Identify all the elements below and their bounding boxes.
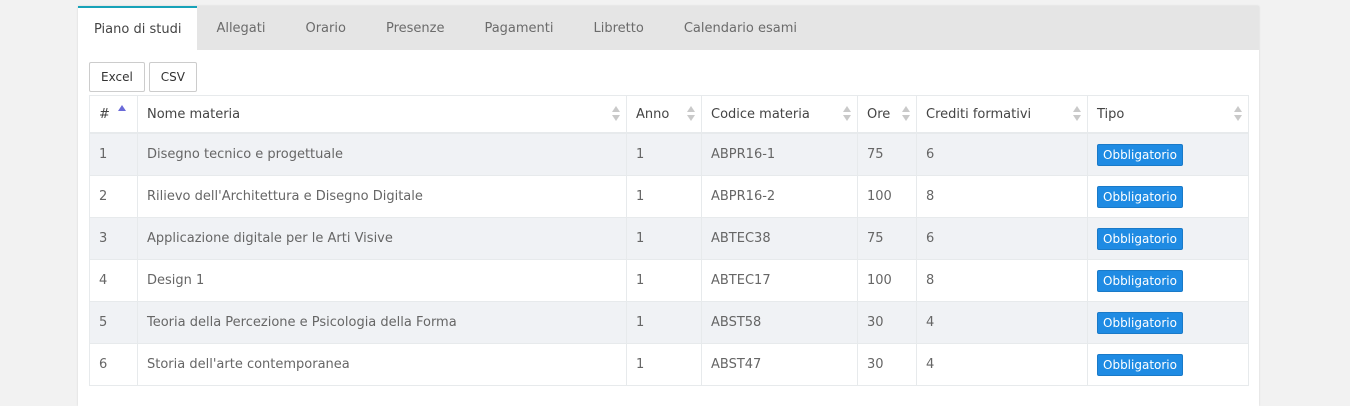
cell-nome-materia: Teoria della Percezione e Psicologia del… — [137, 301, 627, 344]
column-header-label: Codice materia — [711, 106, 810, 122]
column-header-number[interactable]: # — [89, 95, 138, 134]
courses-table-wrapper: # Nome materia Anno Codice materia Ore C… — [89, 95, 1249, 386]
cell-codice: ABTEC38 — [701, 217, 858, 260]
cell-crediti: 4 — [916, 301, 1088, 344]
column-header-label: # — [99, 106, 110, 122]
cell-number: 6 — [89, 343, 138, 386]
cell-number: 3 — [89, 217, 138, 260]
type-badge: Obbligatorio — [1097, 353, 1183, 376]
cell-anno: 1 — [626, 259, 702, 302]
export-toolbar: Excel CSV — [89, 62, 198, 92]
cell-ore: 30 — [857, 301, 917, 344]
column-header-ore[interactable]: Ore — [857, 95, 917, 134]
cell-tipo: Obbligatorio — [1087, 301, 1249, 344]
sort-ascending-icon — [118, 105, 126, 121]
column-header-codice-materia[interactable]: Codice materia — [701, 95, 858, 134]
cell-tipo: Obbligatorio — [1087, 259, 1249, 302]
sort-icon — [612, 106, 620, 122]
cell-number: 1 — [89, 132, 138, 176]
column-header-label: Nome materia — [147, 106, 241, 122]
cell-number: 5 — [89, 301, 138, 344]
column-header-label: Crediti formativi — [926, 106, 1032, 122]
csv-export-button[interactable]: CSV — [148, 62, 198, 92]
cell-codice: ABST47 — [701, 343, 858, 386]
cell-nome-materia: Storia dell'arte contemporanea — [137, 343, 627, 386]
type-badge: Obbligatorio — [1097, 311, 1183, 334]
cell-codice: ABPR16-1 — [701, 132, 858, 176]
tab-calendario-esami[interactable]: Calendario esami — [663, 6, 818, 50]
excel-export-button[interactable]: Excel — [89, 62, 145, 92]
table-row: 6 Storia dell'arte contemporanea 1 ABST4… — [89, 343, 1249, 386]
table-row: 2 Rilievo dell'Architettura e Disegno Di… — [89, 175, 1249, 218]
courses-table: # Nome materia Anno Codice materia Ore C… — [89, 95, 1249, 386]
tab-bar: Piano di studi Allegati Orario Presenze … — [78, 6, 1259, 50]
tab-piano-di-studi[interactable]: Piano di studi — [78, 6, 198, 50]
sort-icon — [687, 106, 695, 122]
cell-ore: 75 — [857, 132, 917, 176]
study-plan-panel: Piano di studi Allegati Orario Presenze … — [78, 6, 1259, 406]
column-header-label: Ore — [867, 106, 891, 122]
tab-presenze[interactable]: Presenze — [365, 6, 466, 50]
sort-icon — [843, 106, 851, 122]
cell-nome-materia: Design 1 — [137, 259, 627, 302]
cell-tipo: Obbligatorio — [1087, 217, 1249, 260]
type-badge: Obbligatorio — [1097, 185, 1183, 208]
column-header-tipo[interactable]: Tipo — [1087, 95, 1249, 134]
cell-anno: 1 — [626, 217, 702, 260]
table-row: 4 Design 1 1 ABTEC17 100 8 Obbligatorio — [89, 259, 1249, 302]
column-header-crediti-formativi[interactable]: Crediti formativi — [916, 95, 1088, 134]
cell-tipo: Obbligatorio — [1087, 175, 1249, 218]
cell-crediti: 6 — [916, 217, 1088, 260]
cell-nome-materia: Disegno tecnico e progettuale — [137, 132, 627, 176]
tab-orario[interactable]: Orario — [284, 6, 366, 50]
cell-anno: 1 — [626, 343, 702, 386]
cell-tipo: Obbligatorio — [1087, 343, 1249, 386]
cell-crediti: 8 — [916, 175, 1088, 218]
column-header-anno[interactable]: Anno — [626, 95, 702, 134]
column-header-nome-materia[interactable]: Nome materia — [137, 95, 627, 134]
cell-ore: 75 — [857, 217, 917, 260]
sort-icon — [1234, 106, 1242, 122]
cell-number: 4 — [89, 259, 138, 302]
tab-pagamenti[interactable]: Pagamenti — [463, 6, 574, 50]
cell-ore: 30 — [857, 343, 917, 386]
cell-anno: 1 — [626, 175, 702, 218]
table-row: 1 Disegno tecnico e progettuale 1 ABPR16… — [89, 132, 1249, 176]
cell-ore: 100 — [857, 175, 917, 218]
type-badge: Obbligatorio — [1097, 227, 1183, 250]
cell-crediti: 8 — [916, 259, 1088, 302]
type-badge: Obbligatorio — [1097, 143, 1183, 166]
cell-anno: 1 — [626, 132, 702, 176]
cell-codice: ABPR16-2 — [701, 175, 858, 218]
cell-crediti: 6 — [916, 132, 1088, 176]
type-badge: Obbligatorio — [1097, 269, 1183, 292]
sort-icon — [902, 106, 910, 122]
cell-anno: 1 — [626, 301, 702, 344]
cell-tipo: Obbligatorio — [1087, 132, 1249, 176]
cell-nome-materia: Applicazione digitale per le Arti Visive — [137, 217, 627, 260]
cell-crediti: 4 — [916, 343, 1088, 386]
table-row: 3 Applicazione digitale per le Arti Visi… — [89, 217, 1249, 260]
table-row: 5 Teoria della Percezione e Psicologia d… — [89, 301, 1249, 344]
cell-ore: 100 — [857, 259, 917, 302]
tab-allegati[interactable]: Allegati — [195, 6, 286, 50]
cell-nome-materia: Rilievo dell'Architettura e Disegno Digi… — [137, 175, 627, 218]
tab-libretto[interactable]: Libretto — [573, 6, 665, 50]
column-header-label: Anno — [636, 106, 670, 122]
cell-codice: ABST58 — [701, 301, 858, 344]
cell-number: 2 — [89, 175, 138, 218]
table-header-row: # Nome materia Anno Codice materia Ore C… — [89, 95, 1249, 134]
cell-codice: ABTEC17 — [701, 259, 858, 302]
sort-icon — [1073, 106, 1081, 122]
column-header-label: Tipo — [1097, 106, 1125, 122]
